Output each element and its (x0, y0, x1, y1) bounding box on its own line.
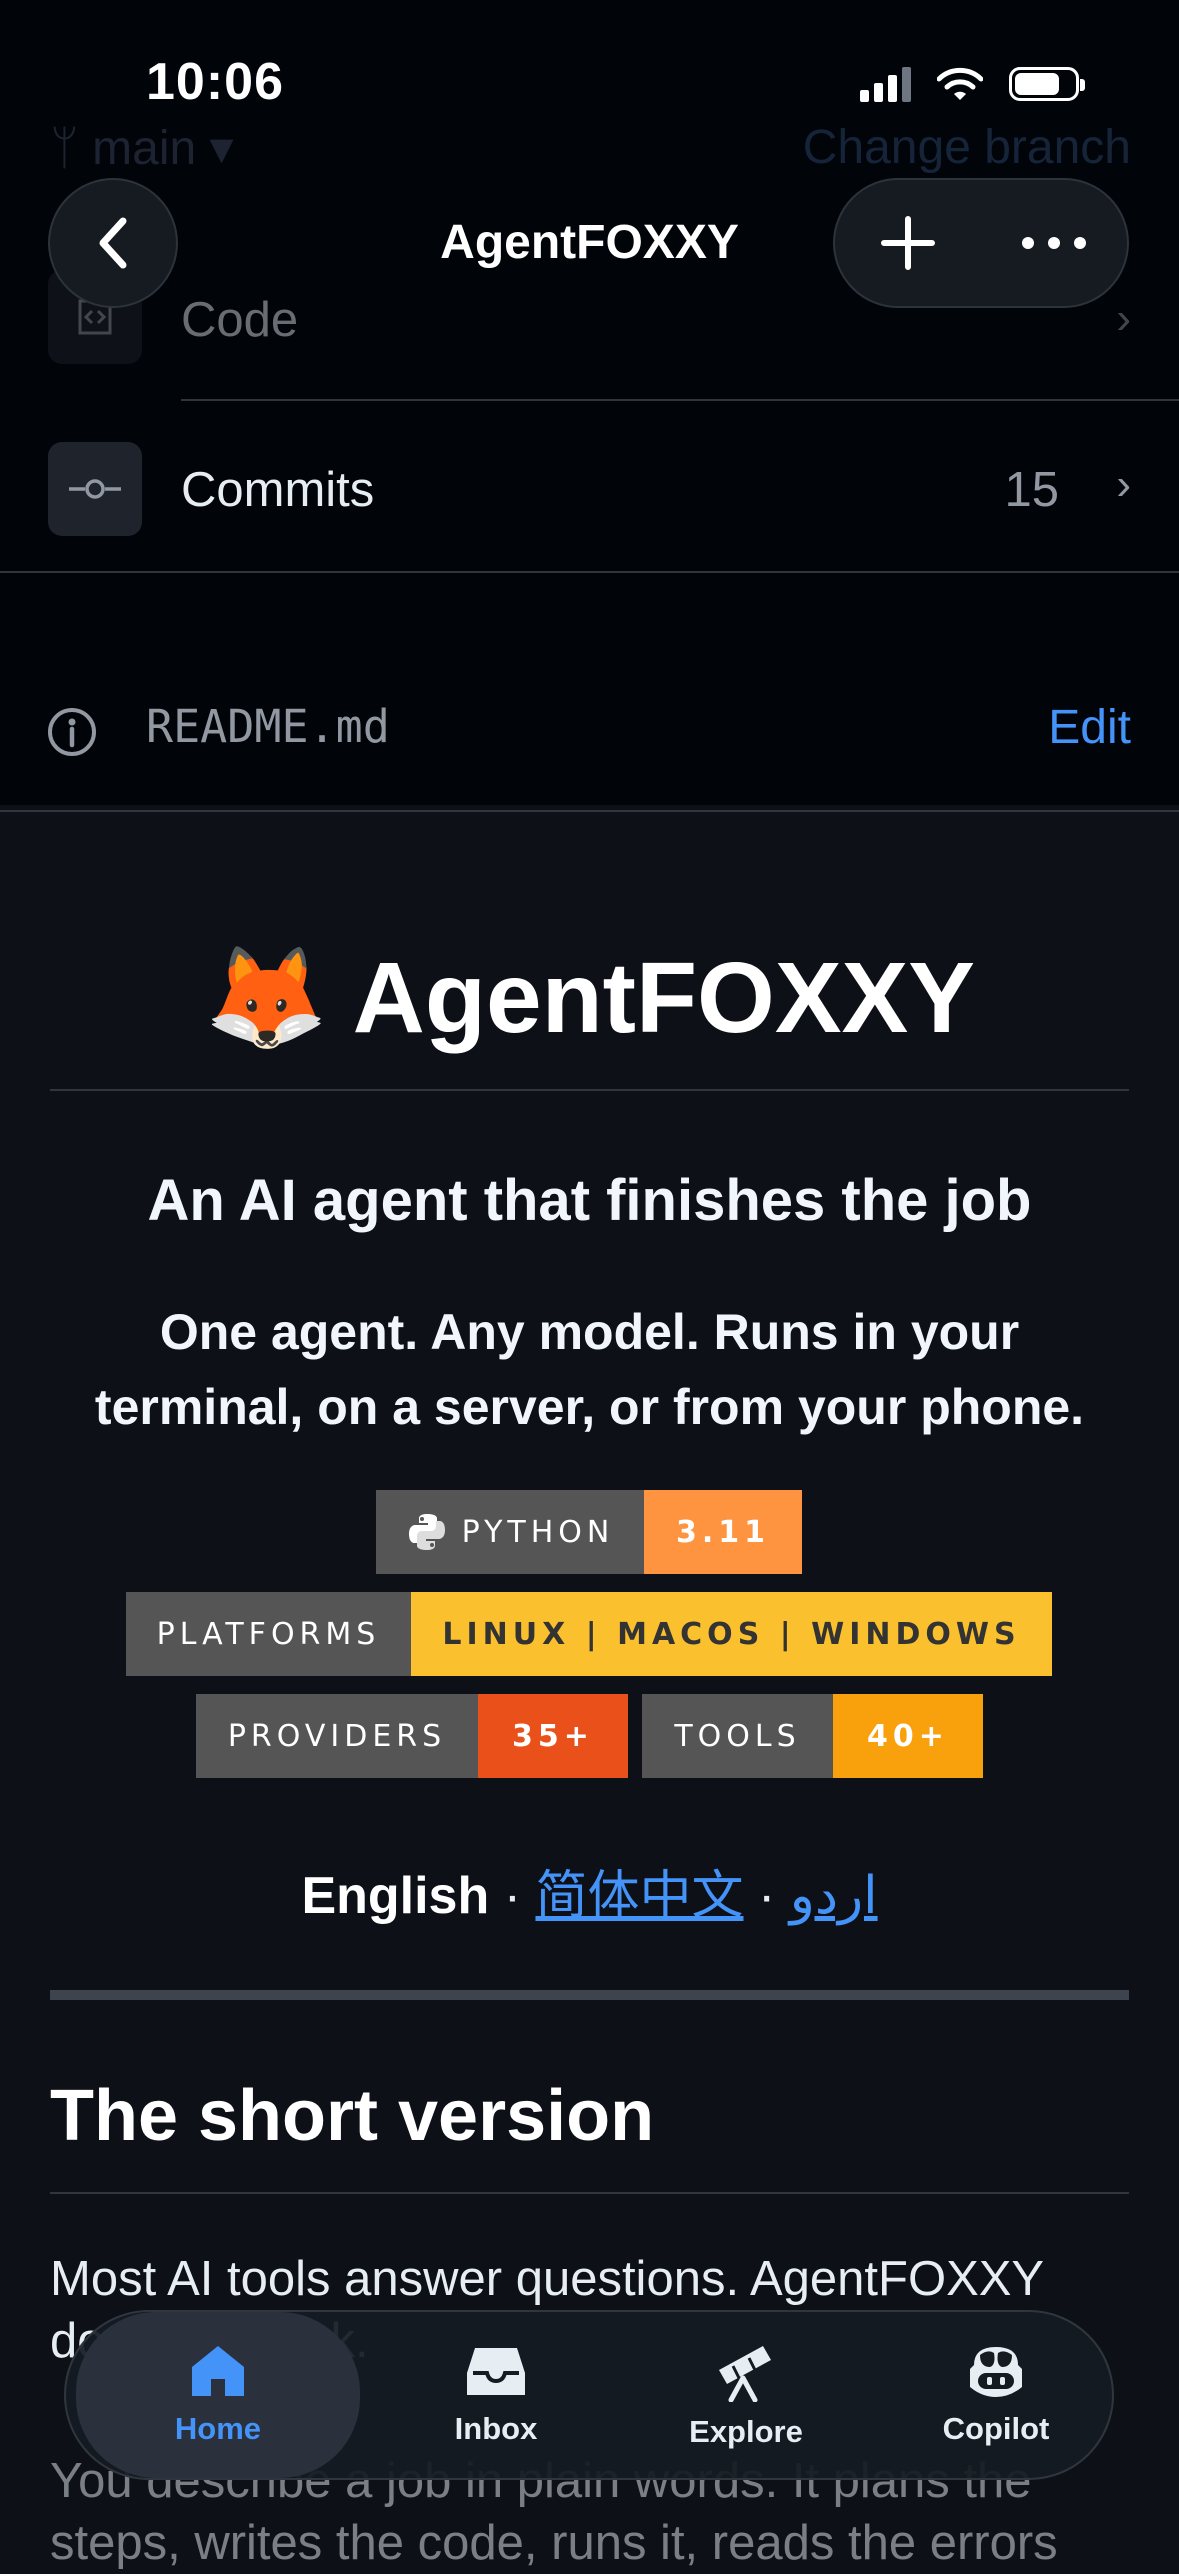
readme-filename: README.md (146, 700, 390, 753)
wifi-icon (937, 67, 983, 100)
tagline: An AI agent that finishes the job (147, 1168, 1032, 1233)
info-icon (48, 708, 96, 756)
status-time: 10:06 (146, 53, 284, 111)
section-heading: The short version (50, 2076, 655, 2156)
commits-count: 15 (1004, 463, 1059, 517)
lang-sep: · (757, 1867, 776, 1925)
tools-badge[interactable]: TOOLS 40+ (642, 1694, 983, 1778)
nav-actions (833, 178, 1129, 308)
code-label: Code (181, 293, 299, 347)
lang-english: English (301, 1867, 490, 1925)
tools-badge-label: TOOLS (642, 1694, 833, 1778)
section-divider (0, 571, 1179, 573)
lang-sep: · (503, 1867, 522, 1925)
more-button[interactable] (999, 188, 1109, 298)
plus-icon (881, 216, 935, 270)
copilot-icon (970, 2347, 1022, 2397)
tab-home[interactable]: Home (76, 2312, 360, 2478)
title-rule (50, 1089, 1129, 1091)
providers-badge[interactable]: PROVIDERS 35+ (196, 1694, 628, 1778)
platforms-badge-value: LINUX | MACOS | WINDOWS (411, 1592, 1052, 1676)
chevron-right-icon: › (1116, 460, 1131, 509)
readme-title-text: AgentFOXXY (352, 942, 975, 1054)
status-icons (860, 66, 1085, 102)
readme-divider (0, 810, 1179, 812)
home-icon (192, 2346, 244, 2396)
platforms-badge-label: PLATFORMS (126, 1592, 411, 1676)
tools-badge-value: 40+ (833, 1694, 983, 1778)
commits-label: Commits (181, 463, 375, 517)
inbox-icon (467, 2348, 525, 2395)
language-links: English · 简体中文 · اردو (0, 1853, 1179, 1928)
row-divider (181, 399, 1179, 401)
python-badge-label: PYTHON (461, 1514, 615, 1550)
horizontal-rule (50, 1990, 1129, 2000)
python-badge-value: 3.11 (644, 1490, 802, 1574)
readme-title: 🦊 AgentFOXXY (0, 940, 1179, 1057)
tab-inbox[interactable]: Inbox (396, 2312, 596, 2478)
tab-copilot[interactable]: Copilot (886, 2312, 1106, 2478)
add-button[interactable] (853, 188, 963, 298)
signal-icon (860, 66, 911, 102)
providers-badge-value: 35+ (478, 1694, 628, 1778)
edit-readme-link[interactable]: Edit (1048, 700, 1131, 755)
lang-chinese-link[interactable]: 简体中文 (535, 1867, 743, 1925)
tab-explore[interactable]: Explore (636, 2312, 856, 2478)
python-badge[interactable]: PYTHON 3.11 (376, 1490, 802, 1574)
description: One agent. Any model. Runs in your termi… (94, 1304, 1085, 1435)
battery-icon (1009, 67, 1085, 101)
heading-rule (50, 2192, 1129, 2194)
commit-icon (48, 442, 142, 536)
commits-row[interactable]: Commits 15 › (0, 442, 1179, 538)
platforms-badge[interactable]: PLATFORMS LINUX | MACOS | WINDOWS (126, 1592, 1052, 1676)
branch-selector[interactable]: ᛘ main ▾ (50, 120, 234, 176)
fox-emoji: 🦊 (204, 942, 329, 1054)
chevron-down-icon: ▾ (209, 122, 234, 175)
tab-bar: Home Inbox Explore Copilot (64, 2310, 1114, 2480)
python-icon (408, 1514, 445, 1550)
chevron-right-icon: › (1116, 294, 1131, 343)
change-branch-link[interactable]: Change branch (803, 120, 1131, 175)
providers-badge-label: PROVIDERS (196, 1694, 478, 1778)
telescope-icon (719, 2346, 771, 2402)
branch-icon: ᛘ (50, 122, 79, 175)
more-icon (1022, 237, 1086, 249)
lang-urdu-link[interactable]: اردو (790, 1867, 878, 1925)
